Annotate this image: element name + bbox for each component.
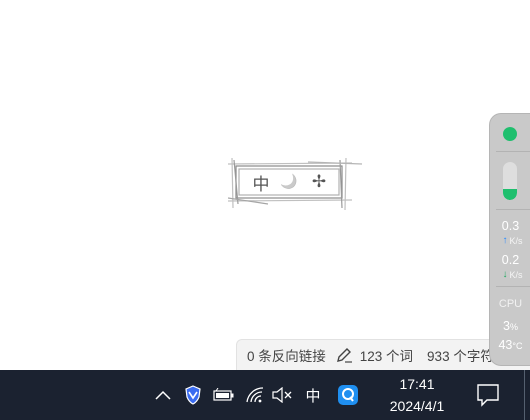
- ime-mode-toggle[interactable]: 中: [248, 170, 274, 195]
- qq-icon[interactable]: [337, 384, 359, 406]
- memory-gauge-fill: [503, 188, 517, 200]
- arrow-up-icon: ↑: [502, 235, 508, 246]
- clock-date: 2024/4/1: [389, 398, 445, 414]
- download-unit: ↓ K/s: [494, 269, 530, 280]
- input-method-indicator[interactable]: 中: [303, 384, 323, 406]
- document-status-bar: 0 条反向链接 123 个词 933 个字符: [236, 339, 530, 370]
- word-count: 123 个词: [359, 349, 414, 364]
- status-dot: [503, 127, 517, 141]
- clock[interactable]: 17:41 2024/4/1: [378, 373, 456, 417]
- notification-icon[interactable]: [475, 382, 501, 408]
- download-unit-label: K/s: [509, 269, 523, 280]
- divider: [496, 151, 530, 152]
- divider: [496, 286, 530, 287]
- system-monitor-widget[interactable]: 0.3 ↑ K/s 0.2 ↓ K/s CPU 3% 43°C: [489, 113, 530, 366]
- speaker-muted-icon[interactable]: [272, 384, 294, 406]
- shield-icon[interactable]: [183, 384, 203, 406]
- pencil-icon[interactable]: [334, 345, 354, 365]
- battery-icon[interactable]: [212, 384, 236, 406]
- ime-punctuation-toggle[interactable]: 🌙: [276, 170, 302, 194]
- desktop: 中 🌙 ✢ 0 条反向链接 123 个词 933 个字符 0.3 ↑ K/s 0…: [0, 0, 530, 420]
- cpu-temp-value: 43: [498, 338, 513, 352]
- cpu-label: CPU: [498, 298, 523, 310]
- cpu-usage-value: 3: [503, 319, 510, 333]
- char-count: 933 个字符: [427, 349, 494, 364]
- upload-unit-label: K/s: [509, 235, 523, 246]
- download-speed: 0.2: [501, 253, 520, 267]
- upload-speed: 0.3: [501, 219, 520, 233]
- divider: [496, 209, 530, 210]
- backlinks-count[interactable]: 0 条反向链接: [247, 345, 326, 365]
- cpu-usage: 3%: [490, 319, 530, 333]
- taskbar: 中 17:41 2024/4/1: [0, 370, 530, 420]
- memory-gauge: [503, 162, 517, 200]
- arrow-down-icon: ↓: [502, 269, 508, 280]
- chevron-up-icon[interactable]: [153, 384, 173, 406]
- upload-unit: ↑ K/s: [494, 235, 530, 246]
- ime-toolbar[interactable]: 中 🌙 ✢: [228, 158, 363, 211]
- cpu-temperature: 43°C: [490, 338, 530, 352]
- cpu-temp-unit: °C: [512, 341, 523, 351]
- cpu-usage-unit: %: [509, 322, 518, 332]
- ime-layout-toggle[interactable]: ✢: [306, 170, 332, 194]
- wifi-icon[interactable]: [244, 384, 266, 406]
- clock-time: 17:41: [399, 376, 435, 392]
- show-desktop-divider[interactable]: [524, 370, 525, 420]
